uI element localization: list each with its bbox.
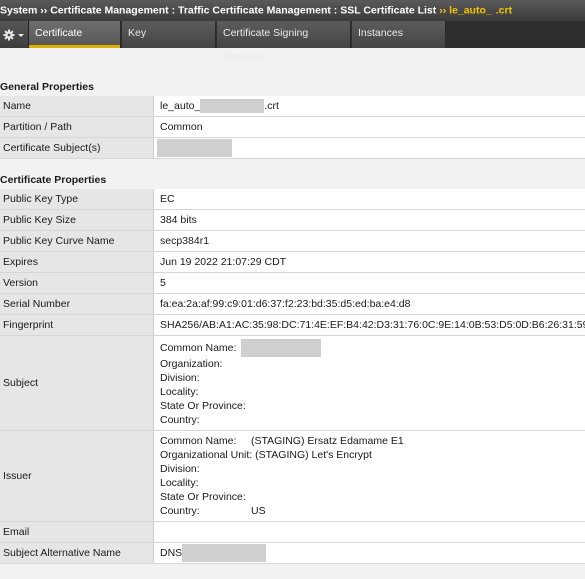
field-label: State Or Province:	[160, 400, 246, 412]
table-row: Partition / Path Common	[0, 116, 585, 138]
table-row: Subject Alternative Name DNS	[0, 542, 585, 564]
issuer-org-unit: (STAGING) Let's Encrypt	[255, 449, 372, 461]
fingerprint-value: SHA256/AB:A1:AC:35:98:DC:71:4E:EF:B4:42:…	[153, 314, 585, 336]
tab-csr[interactable]: Certificate Signing Request	[217, 21, 351, 63]
breadcrumb-current-suffix: .crt	[495, 4, 513, 17]
tab-instances[interactable]: Instances	[352, 21, 446, 48]
table-row: Email	[0, 521, 585, 543]
table-row: Issuer Common Name: (STAGING) Ersatz Edam…	[0, 430, 585, 522]
general-properties-table: Name le_auto_ .crt Partition / Path Commo…	[0, 96, 585, 159]
serial-number-value: fa:ea:2a:af:99:c9:01:d6:37:f2:23:bd:35:d…	[153, 293, 585, 315]
version-value: 5	[153, 272, 585, 294]
issuer-common-name: (STAGING) Ersatz Edamame E1	[251, 435, 404, 447]
table-row: Name le_auto_ .crt	[0, 96, 585, 117]
row-label: Issuer	[0, 430, 154, 522]
table-row: Version 5	[0, 272, 585, 294]
row-label: Public Key Type	[0, 189, 154, 210]
tab-bar: Certificate Key Certificate Signing Requ…	[0, 21, 585, 63]
email-value	[153, 521, 585, 543]
redacted-block	[182, 544, 267, 562]
breadcrumb-certificate-management[interactable]: Certificate Management : Traffic Certifi…	[50, 4, 436, 16]
redacted-block	[157, 139, 232, 157]
field-label: Division:	[160, 463, 200, 475]
row-label: Certificate Subject(s)	[0, 137, 154, 159]
public-key-size-value: 384 bits	[153, 209, 585, 231]
gear-menu-button[interactable]	[0, 21, 29, 48]
row-label: Expires	[0, 251, 154, 273]
row-label: Fingerprint	[0, 314, 154, 336]
table-row: Serial Number fa:ea:2a:af:99:c9:01:d6:37:…	[0, 293, 585, 315]
field-label: Country:	[160, 414, 200, 426]
breadcrumb-separator: ››	[40, 4, 48, 17]
field-label: Common Name:	[160, 435, 237, 447]
issuer-value: Common Name: (STAGING) Ersatz Edamame E1 …	[153, 430, 585, 522]
row-label: Version	[0, 272, 154, 294]
row-label: Public Key Size	[0, 209, 154, 231]
redacted-block	[200, 99, 265, 113]
field-label: Locality:	[160, 386, 199, 398]
certificate-properties-heading: Certificate Properties	[0, 174, 107, 186]
public-key-type-value: EC	[153, 189, 585, 210]
field-label: Organization:	[160, 358, 223, 370]
gear-icon	[3, 29, 24, 41]
breadcrumb-system[interactable]: System	[0, 4, 37, 16]
field-label: Division:	[160, 372, 200, 384]
table-row: Expires Jun 19 2022 21:07:29 CDT	[0, 251, 585, 273]
row-label: Public Key Curve Name	[0, 230, 154, 252]
row-label: Subject	[0, 335, 154, 431]
field-label: Organizational Unit:	[160, 449, 253, 461]
field-label: Locality:	[160, 477, 199, 489]
row-label: Partition / Path	[0, 116, 154, 138]
row-label: Name	[0, 96, 154, 117]
tab-key[interactable]: Key	[122, 21, 216, 48]
row-label: Subject Alternative Name	[0, 542, 154, 564]
tab-certificate[interactable]: Certificate	[29, 21, 121, 48]
breadcrumb-separator: ››	[439, 4, 447, 17]
row-label: Serial Number	[0, 293, 154, 315]
row-label: Email	[0, 521, 154, 543]
table-row: Public Key Size 384 bits	[0, 209, 585, 231]
field-label: Common Name:	[160, 341, 237, 354]
field-label: Country:	[160, 505, 200, 517]
table-row: Public Key Curve Name secp384r1	[0, 230, 585, 252]
table-row: Subject Common Name: Organization: Divis…	[0, 335, 585, 431]
breadcrumb-current-prefix: le_auto_	[449, 4, 492, 17]
certificate-properties-table: Public Key Type EC Public Key Size 384 bit…	[0, 189, 585, 564]
chevron-down-icon	[18, 34, 24, 37]
table-row: Public Key Type EC	[0, 189, 585, 210]
subject-value: Common Name: Organization: Division: Loc…	[153, 335, 585, 431]
expires-value: Jun 19 2022 21:07:29 CDT	[153, 251, 585, 273]
partition-value: Common	[153, 116, 585, 138]
san-value: DNS	[153, 542, 585, 564]
table-row: Fingerprint SHA256/AB:A1:AC:35:98:DC:71:4…	[0, 314, 585, 336]
certificate-name-value: le_auto_ .crt	[153, 96, 585, 117]
redacted-block	[241, 339, 322, 357]
table-row: Certificate Subject(s)	[0, 137, 585, 159]
general-properties-heading: General Properties	[0, 81, 94, 93]
curve-name-value: secp384r1	[153, 230, 585, 252]
field-label: State Or Province:	[160, 491, 246, 503]
issuer-country: US	[251, 505, 266, 517]
breadcrumb: System ›› Certificate Management : Traff…	[0, 0, 585, 21]
certificate-subjects-value	[153, 137, 585, 159]
